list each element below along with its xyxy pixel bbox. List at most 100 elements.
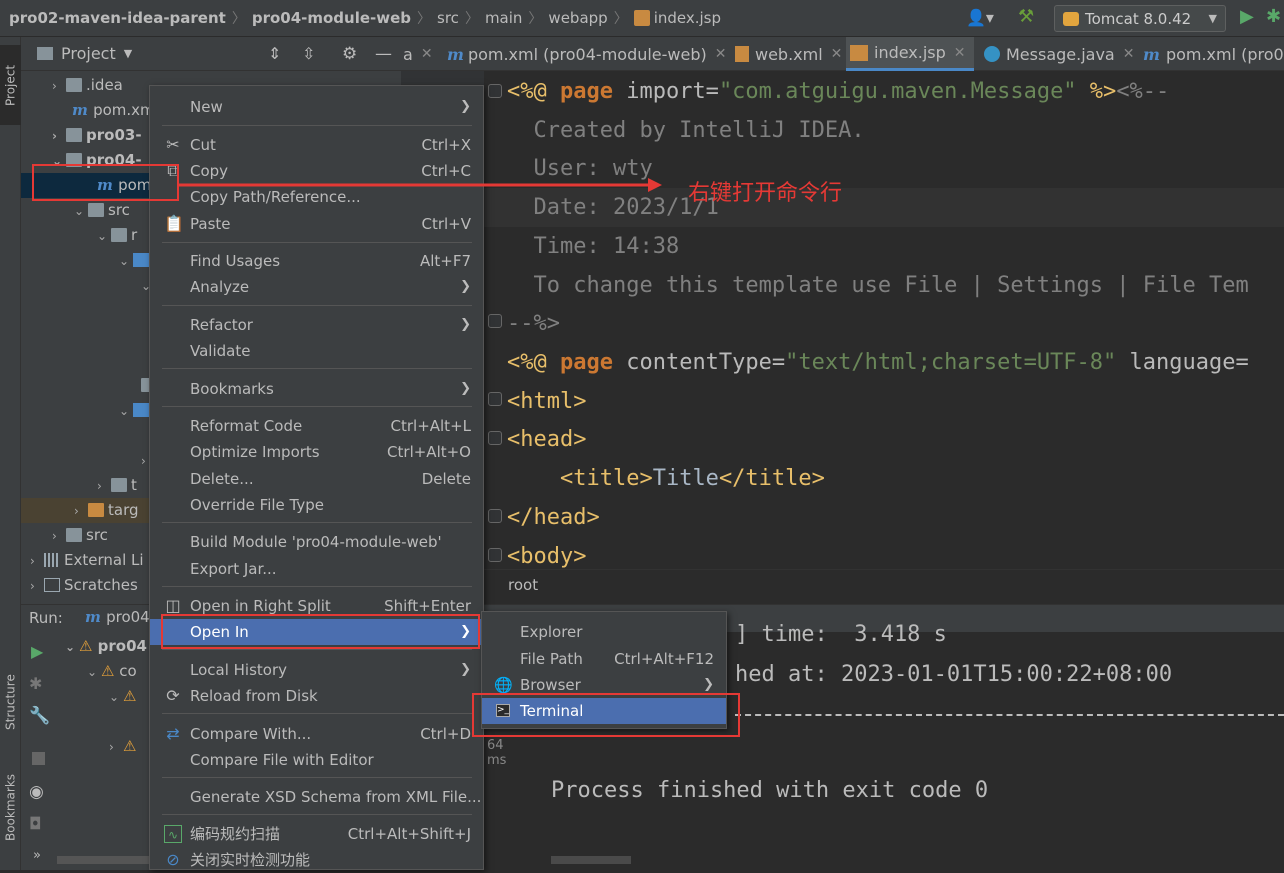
bookmarks-tool-tab[interactable]: Bookmarks (0, 757, 21, 857)
breadcrumb-file[interactable]: index.jsp (654, 9, 721, 27)
fold-icon[interactable] (488, 509, 502, 523)
build-hammer-icon[interactable]: ⚒ (1018, 6, 1034, 27)
tab-pom-pro03[interactable]: m pom.xml (pro03 (1143, 37, 1284, 71)
editor-breadcrumb[interactable]: root (484, 569, 1284, 599)
minimize-icon[interactable]: — (375, 44, 392, 64)
close-icon[interactable]: ✕ (1123, 46, 1135, 62)
close-icon[interactable]: ✕ (954, 45, 966, 61)
menu-item-bookmarks[interactable]: Bookmarks ❯ (150, 376, 483, 402)
close-icon[interactable]: ✕ (715, 46, 727, 62)
menu-item-compare-file-with-editor[interactable]: Compare File with Editor (150, 747, 483, 773)
menu-item-generate-xsd[interactable]: Generate XSD Schema from XML File... (150, 784, 483, 810)
breadcrumb-webapp[interactable]: webapp (548, 9, 607, 27)
run-icon[interactable]: ▶ (1240, 6, 1254, 27)
fold-icon[interactable] (488, 548, 502, 562)
run-tree-item[interactable]: › ⚠ (109, 734, 136, 759)
project-tool-tab[interactable]: Project (0, 45, 21, 125)
context-menu: New ❯ ✂ Cut Ctrl+X ⧉ Copy Ctrl+C Copy Path/Re… (149, 85, 484, 870)
project-panel-title[interactable]: Project (61, 44, 116, 63)
breadcrumb-module[interactable]: pro04-module-web (252, 9, 411, 27)
menu-separator (162, 713, 472, 714)
chevron-down-icon[interactable]: ▼ (124, 47, 132, 60)
code-line-9: <html> (507, 389, 587, 414)
folder-icon (66, 528, 82, 542)
tab-web-xml[interactable]: web.xml ✕ (735, 37, 842, 71)
menu-item-validate[interactable]: Validate (150, 338, 483, 364)
tree-item-main[interactable]: ⌄ r (97, 223, 137, 248)
menu-item-local-history[interactable]: Local History ❯ (150, 657, 483, 683)
menu-item-analyze[interactable]: Analyze ❯ (150, 274, 483, 300)
menu-item-disable-realtime-check[interactable]: ⊘ 关闭实时检测功能 (150, 847, 483, 873)
tab-message-java[interactable]: Message.java ✕ (984, 37, 1134, 71)
collapse-all-icon[interactable]: ⇳ (302, 44, 315, 63)
expand-all-icon[interactable]: ⇕ (268, 44, 281, 63)
menu-item-code-scan[interactable]: ∿ 编码规约扫描 Ctrl+Alt+Shift+J (150, 821, 483, 847)
gear-icon[interactable]: ⚙ (342, 44, 357, 64)
tree-item-src[interactable]: ⌄ src (74, 198, 130, 223)
fold-icon[interactable] (488, 84, 502, 98)
debug-icon[interactable]: ✱ (1266, 6, 1281, 27)
folder-icon (111, 228, 127, 242)
close-icon[interactable]: ✕ (421, 46, 433, 62)
run-toolbar: ▶ ✱ 🔧 ◉ ◘ » (21, 632, 57, 870)
console-scrollbar[interactable] (551, 856, 631, 864)
class-icon (984, 46, 1000, 62)
menu-item-export-jar[interactable]: Export Jar... (150, 556, 483, 582)
tree-item-idea[interactable]: › .idea (52, 73, 123, 98)
more-icon[interactable]: » (33, 848, 41, 863)
tree-item-webapp[interactable]: ⌄ (119, 398, 153, 423)
menu-item-override-file-type[interactable]: Override File Type (150, 492, 483, 518)
user-icon[interactable]: 👤▾ (966, 8, 994, 27)
settings-wrench-icon[interactable]: 🔧 (29, 706, 50, 726)
run-tree-item[interactable]: ⌄ ⚠ co (87, 659, 137, 684)
fold-icon[interactable] (488, 314, 502, 328)
breadcrumb-main[interactable]: main (485, 9, 522, 27)
fold-icon[interactable] (488, 392, 502, 406)
compare-icon: ⇄ (166, 724, 180, 743)
library-icon (44, 553, 60, 567)
chevron-down-icon: ▼ (1208, 12, 1217, 25)
menu-item-reformat-code[interactable]: Reformat Code Ctrl+Alt+L (150, 413, 483, 439)
submenu-item-file-path[interactable]: File Path Ctrl+Alt+F12 (482, 646, 726, 672)
breadcrumb-src[interactable]: src (437, 9, 459, 27)
stop-icon[interactable] (32, 752, 45, 765)
run-config-select[interactable]: Tomcat 8.0.42 ▼ (1054, 5, 1226, 32)
code-line-8: <%@ page contentType="text/html;charset=… (507, 350, 1249, 375)
tree-item-test[interactable]: › t (97, 473, 137, 498)
structure-tool-tab[interactable]: Structure (0, 657, 21, 747)
rerun-icon[interactable]: ▶ (31, 642, 43, 661)
tree-item-external-libraries[interactable]: › External Li (30, 548, 144, 573)
menu-item-build-module[interactable]: Build Module 'pro04-module-web' (150, 529, 483, 555)
menu-item-new[interactable]: New ❯ (150, 94, 483, 120)
tab-hidden[interactable]: a ✕ (403, 37, 433, 71)
tree-item-pro03[interactable]: › pro03- (52, 123, 142, 148)
submenu-item-explorer[interactable]: Explorer (482, 619, 726, 645)
tab-pom-pro04[interactable]: m pom.xml (pro04-module-web) ✕ (447, 37, 726, 71)
tree-item-target[interactable]: › targ (74, 498, 139, 523)
menu-item-optimize-imports[interactable]: Optimize Imports Ctrl+Alt+O (150, 439, 483, 465)
tree-item-pom[interactable]: m pom.xml (72, 98, 159, 123)
breadcrumb-project[interactable]: pro02-maven-idea-parent (9, 9, 226, 27)
cut-icon: ✂ (166, 135, 180, 154)
run-tree-item[interactable]: ⌄ ⚠ (109, 684, 136, 709)
menu-item-paste[interactable]: 📋 Paste Ctrl+V (150, 211, 483, 237)
eye-icon[interactable]: ◉ (29, 782, 44, 802)
fold-icon[interactable] (488, 431, 502, 445)
menu-item-reload-from-disk[interactable]: ⟳ Reload from Disk (150, 683, 483, 709)
tab-index-jsp[interactable]: index.jsp ✕ (846, 37, 974, 71)
tree-item-scratches[interactable]: › Scratches (30, 573, 138, 598)
run-tab[interactable]: m pro04 (85, 608, 150, 626)
code-line-11: <title>Title</title> (507, 466, 825, 491)
left-tool-stripe: Project Structure Bookmarks (0, 37, 21, 870)
menu-item-find-usages[interactable]: Find Usages Alt+F7 (150, 248, 483, 274)
debug-icon[interactable]: ✱ (29, 674, 42, 693)
menu-item-compare-with[interactable]: ⇄ Compare With... Ctrl+D (150, 721, 483, 747)
close-icon[interactable]: ✕ (831, 46, 843, 62)
tree-item-java[interactable]: ⌄ (119, 248, 153, 273)
menu-item-refactor[interactable]: Refactor ❯ (150, 312, 483, 338)
run-tree-item[interactable]: ⌄ ⚠ pro04 (65, 634, 147, 659)
menu-item-delete[interactable]: Delete... Delete (150, 466, 483, 492)
menu-item-cut[interactable]: ✂ Cut Ctrl+X (150, 132, 483, 158)
camera-icon[interactable]: ◘ (29, 814, 42, 833)
tree-item-src-root[interactable]: › src (52, 523, 108, 548)
